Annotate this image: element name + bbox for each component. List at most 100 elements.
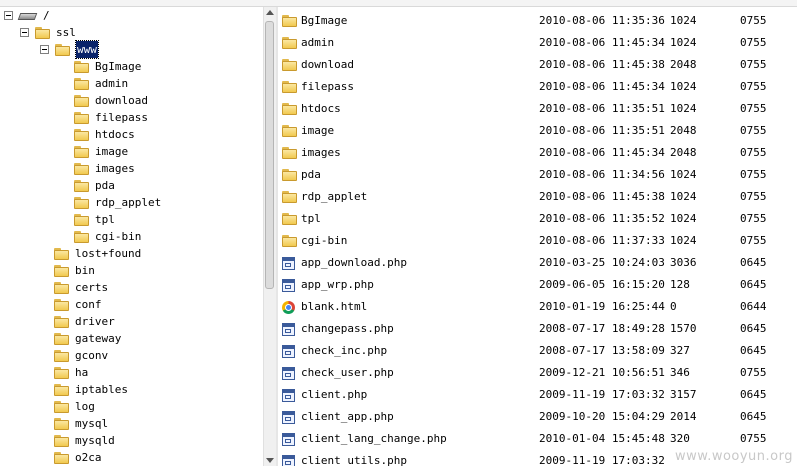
file-row[interactable]: blank.html 2010-01-19 16:25:44 0 0644 bbox=[278, 296, 797, 318]
file-row[interactable]: tpl 2010-08-06 11:35:52 1024 0755 bbox=[278, 208, 797, 230]
collapse-toggle-icon[interactable] bbox=[20, 28, 29, 37]
tree-item-folder[interactable]: pda bbox=[74, 177, 115, 194]
file-row[interactable]: changepass.php 2008-07-17 18:49:28 1570 064… bbox=[278, 318, 797, 340]
tree-item-folder[interactable]: rdp_applet bbox=[74, 194, 161, 211]
tree-item-label: rdp_applet bbox=[95, 196, 162, 209]
file-size: 1024 bbox=[670, 14, 697, 27]
tree-scrollbar[interactable] bbox=[263, 7, 276, 466]
tree-item-root[interactable]: / bbox=[4, 7, 50, 24]
file-size: 2048 bbox=[670, 146, 697, 159]
scroll-down-arrow-icon[interactable] bbox=[266, 458, 274, 463]
tree-item-folder[interactable]: log bbox=[54, 398, 95, 415]
tree-item-label: filepass bbox=[95, 111, 148, 124]
file-row[interactable]: htdocs 2010-08-06 11:35:51 1024 0755 bbox=[278, 98, 797, 120]
file-row[interactable]: filepass 2010-08-06 11:45:34 1024 0755 bbox=[278, 76, 797, 98]
file-perm: 0755 bbox=[740, 366, 767, 379]
tree-item-folder[interactable]: images bbox=[74, 160, 135, 177]
collapse-toggle-icon[interactable] bbox=[40, 45, 49, 54]
tree-item-folder[interactable]: filepass bbox=[74, 109, 148, 126]
php-file-icon bbox=[282, 367, 295, 380]
file-perm: 0645 bbox=[740, 344, 767, 357]
folder-icon bbox=[54, 400, 70, 413]
file-row[interactable]: images 2010-08-06 11:45:34 2048 0755 bbox=[278, 142, 797, 164]
tree-item-label: / bbox=[43, 9, 50, 22]
chrome-html-icon bbox=[282, 301, 295, 314]
file-row[interactable]: BgImage 2010-08-06 11:35:36 1024 0755 bbox=[278, 10, 797, 32]
tree-item-folder[interactable]: ha bbox=[54, 364, 88, 381]
file-size: 2014 bbox=[670, 410, 697, 423]
file-row[interactable]: app_wrp.php 2009-06-05 16:15:20 128 0645 bbox=[278, 274, 797, 296]
scroll-up-arrow-icon[interactable] bbox=[266, 10, 274, 15]
file-row[interactable]: check_user.php 2009-12-21 10:56:51 346 0755 bbox=[278, 362, 797, 384]
file-perm: 0755 bbox=[740, 212, 767, 225]
file-size: 1024 bbox=[670, 234, 697, 247]
tree-item-folder[interactable]: lost+found bbox=[54, 245, 141, 262]
file-row[interactable]: client.php 2009-11-19 17:03:32 3157 0645 bbox=[278, 384, 797, 406]
collapse-toggle-icon[interactable] bbox=[4, 11, 13, 20]
file-name: changepass.php bbox=[301, 322, 394, 335]
tree-item-folder[interactable]: gateway bbox=[54, 330, 121, 347]
file-name: client_utils.php bbox=[301, 454, 407, 466]
file-date: 2009-12-21 10:56:51 bbox=[539, 366, 665, 379]
folder-icon bbox=[54, 332, 70, 345]
tree-item-folder[interactable]: o2ca bbox=[54, 449, 102, 466]
tree-item-folder[interactable]: tpl bbox=[74, 211, 115, 228]
folder-icon bbox=[74, 111, 90, 124]
file-date: 2010-08-06 11:34:56 bbox=[539, 168, 665, 181]
file-date: 2009-06-05 16:15:20 bbox=[539, 278, 665, 291]
file-row[interactable]: image 2010-08-06 11:35:51 2048 0755 bbox=[278, 120, 797, 142]
file-row[interactable]: admin 2010-08-06 11:45:34 1024 0755 bbox=[278, 32, 797, 54]
file-row[interactable]: client_app.php 2009-10-20 15:04:29 2014 064… bbox=[278, 406, 797, 428]
file-row[interactable]: client_lang_change.php 2010-01-04 15:45:4… bbox=[278, 428, 797, 450]
folder-icon bbox=[54, 451, 70, 464]
file-name: tpl bbox=[301, 212, 321, 225]
tree-item-folder[interactable]: image bbox=[74, 143, 128, 160]
folder-icon bbox=[54, 315, 70, 328]
file-name: blank.html bbox=[301, 300, 368, 313]
tree-item-folder[interactable]: conf bbox=[54, 296, 102, 313]
tree-item-label: conf bbox=[75, 298, 102, 311]
folder-icon bbox=[282, 103, 298, 115]
tree-item-folder[interactable]: download bbox=[74, 92, 148, 109]
tree-item-folder[interactable]: bin bbox=[54, 262, 95, 279]
file-row[interactable]: download 2010-08-06 11:45:38 2048 0755 bbox=[278, 54, 797, 76]
tree-item-www[interactable]: www bbox=[40, 40, 99, 59]
file-row[interactable]: check_inc.php 2008-07-17 13:58:09 327 0645 bbox=[278, 340, 797, 362]
file-perm: 0755 bbox=[740, 234, 767, 247]
file-row[interactable]: app_download.php 2010-03-25 10:24:03 3036 0… bbox=[278, 252, 797, 274]
folder-tree[interactable]: / ssl www BgImage admin download filepass htdoc… bbox=[0, 7, 263, 466]
tree-item-folder[interactable]: BgImage bbox=[74, 58, 141, 75]
file-perm: 0755 bbox=[740, 124, 767, 137]
folder-icon bbox=[74, 77, 90, 90]
folder-icon bbox=[74, 94, 90, 107]
file-row[interactable]: pda 2010-08-06 11:34:56 1024 0755 bbox=[278, 164, 797, 186]
file-size: 327 bbox=[670, 344, 690, 357]
folder-icon bbox=[54, 264, 70, 277]
tree-item-label: image bbox=[95, 145, 129, 158]
tree-item-folder[interactable]: mysqld bbox=[54, 432, 115, 449]
file-row[interactable]: rdp_applet 2010-08-06 11:45:38 1024 0755 bbox=[278, 186, 797, 208]
tree-item-folder[interactable]: gconv bbox=[54, 347, 108, 364]
tree-item-label: gconv bbox=[75, 349, 109, 362]
file-date: 2010-08-06 11:35:51 bbox=[539, 102, 665, 115]
file-date: 2010-08-06 11:37:33 bbox=[539, 234, 665, 247]
folder-icon bbox=[282, 191, 298, 203]
file-name: BgImage bbox=[301, 14, 348, 27]
tree-item-ssl[interactable]: ssl bbox=[20, 24, 76, 41]
file-size: 3036 bbox=[670, 256, 697, 269]
tree-item-folder[interactable]: certs bbox=[54, 279, 108, 296]
scroll-thumb[interactable] bbox=[265, 21, 274, 289]
tree-item-folder[interactable]: driver bbox=[54, 313, 115, 330]
tree-item-label: tpl bbox=[95, 213, 115, 226]
file-size: 1024 bbox=[670, 190, 697, 203]
file-perm: 0755 bbox=[740, 14, 767, 27]
tree-item-folder[interactable]: iptables bbox=[54, 381, 128, 398]
file-row[interactable]: cgi-bin 2010-08-06 11:37:33 1024 0755 bbox=[278, 230, 797, 252]
tree-item-label: certs bbox=[75, 281, 109, 294]
tree-item-folder[interactable]: htdocs bbox=[74, 126, 135, 143]
tree-item-folder[interactable]: cgi-bin bbox=[74, 228, 141, 245]
tree-item-folder[interactable]: mysql bbox=[54, 415, 108, 432]
folder-icon bbox=[282, 125, 298, 137]
tree-item-folder[interactable]: admin bbox=[74, 75, 128, 92]
file-perm: 0755 bbox=[740, 58, 767, 71]
